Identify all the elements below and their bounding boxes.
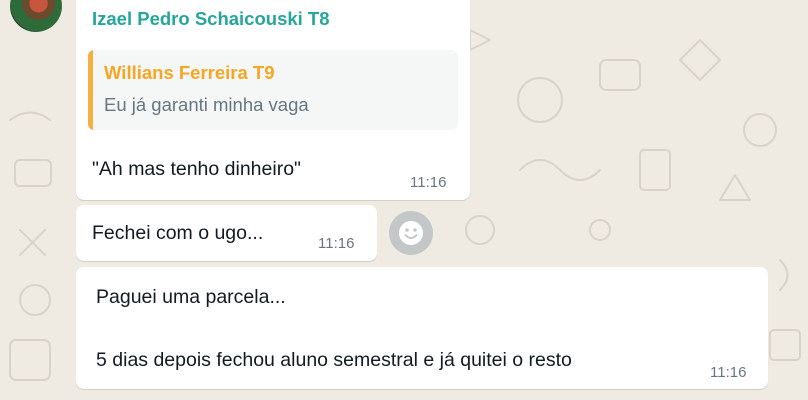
sender-name[interactable]: Izael Pedro Schaicouski T8 (92, 8, 330, 30)
message-text: Fechei com o ugo... (92, 222, 264, 244)
message-bubble-3[interactable]: Paguei uma parcela... 5 dias depois fech… (76, 267, 768, 389)
message-bubble-2[interactable]: Fechei com o ugo... 11:16 (76, 205, 377, 261)
quoted-author: Willians Ferreira T9 (104, 62, 275, 83)
message-bubble-1[interactable]: Izael Pedro Schaicouski T8 Willians Ferr… (76, 0, 470, 200)
message-text-line-1: Paguei uma parcela... (96, 286, 286, 308)
message-time: 11:16 (710, 364, 747, 381)
message-text: "Ah mas tenho dinheiro" (92, 158, 301, 180)
message-text-line-2: 5 dias depois fechou aluno semestral e j… (96, 349, 572, 371)
quoted-message[interactable]: Willians Ferreira T9 Eu já garanti minha… (88, 50, 458, 130)
message-time: 11:16 (410, 174, 447, 191)
quote-accent-bar (88, 50, 93, 130)
quoted-text: Eu já garanti minha vaga (104, 94, 309, 115)
reaction-button[interactable] (389, 211, 433, 255)
message-time: 11:16 (318, 235, 355, 252)
smiley-face-icon (399, 221, 423, 245)
